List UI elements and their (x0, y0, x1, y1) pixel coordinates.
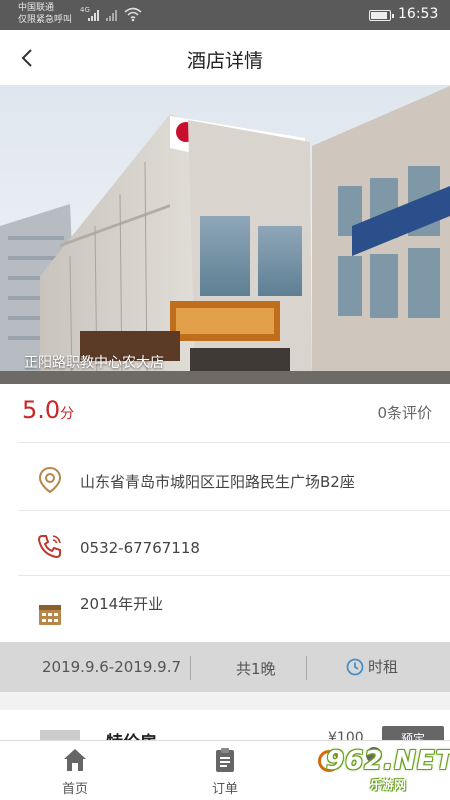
hotel-photo: 都市118 (0, 86, 450, 384)
hourly-rent-label: 时租 (368, 658, 399, 676)
hotel-info-card: 5.0分 0条评价 山东省青岛市城阳区正阳路民生广场B2座 0532-67767… (0, 384, 450, 642)
hotel-name-caption: 正阳路职教中心农大店 (24, 355, 164, 371)
clock-icon (346, 658, 364, 675)
signal-icon (88, 9, 102, 21)
divider (18, 575, 450, 576)
room-name: 特价房 (106, 728, 157, 740)
watermark-sub: 乐游网 (370, 778, 407, 792)
hourly-rent-button[interactable]: 时租 (346, 656, 398, 677)
tab-orders[interactable]: 订单 (180, 741, 270, 800)
wifi-icon (124, 7, 142, 22)
clipboard-icon (216, 748, 234, 772)
app-header: 酒店详情 (0, 30, 450, 86)
carrier-name: 中国联通 (18, 3, 55, 13)
review-count[interactable]: 0条评价 (377, 402, 432, 423)
room-thumbnail (40, 730, 80, 740)
hotel-photo-carousel[interactable]: 都市118 正阳路职教中心农大店 (0, 86, 450, 384)
signal-icon-secondary (106, 9, 120, 21)
carrier-info: 中国联通 仅限紧急呼叫 (18, 2, 72, 26)
home-icon (64, 749, 86, 771)
divider (306, 656, 307, 680)
divider (18, 510, 450, 511)
clock-time: 16:53 (398, 6, 439, 22)
hotel-phone[interactable]: 0532-67767118 (80, 539, 200, 557)
phone-icon (37, 535, 61, 559)
tab-home-label: 首页 (61, 782, 88, 797)
night-count: 共1晚 (236, 660, 276, 678)
status-bar: 中国联通 仅限紧急呼叫 4G 16:53 (0, 0, 450, 30)
hotel-address[interactable]: 山东省青岛市城阳区正阳路民生广场B2座 (80, 471, 355, 492)
rating-score: 5.0分 (22, 396, 74, 424)
stay-date-bar[interactable]: 2019.9.6-2019.9.7 共1晚 时租 (0, 642, 450, 692)
watermark-brand: 962.NET (326, 746, 450, 776)
site-watermark: 962.NET 乐游网 (318, 746, 450, 796)
hotel-opened-year: 2014年开业 (80, 595, 164, 613)
stay-dates[interactable]: 2019.9.6-2019.9.7 (42, 658, 181, 676)
rating-value: 5.0 (22, 396, 61, 424)
emergency-only: 仅限紧急呼叫 (18, 15, 73, 25)
page-title: 酒店详情 (186, 50, 263, 72)
book-button[interactable]: 预定 (382, 726, 444, 740)
tab-home[interactable]: 首页 (30, 741, 120, 800)
calendar-icon (39, 605, 61, 625)
room-list-item[interactable]: 特价房 ¥100 预定 (0, 710, 450, 740)
room-price: ¥100 (328, 730, 364, 740)
location-pin-icon (38, 466, 62, 494)
divider (18, 442, 450, 443)
tab-orders-label: 订单 (211, 782, 238, 797)
rating-unit: 分 (60, 406, 75, 422)
divider (190, 656, 191, 680)
battery-icon (369, 10, 394, 21)
